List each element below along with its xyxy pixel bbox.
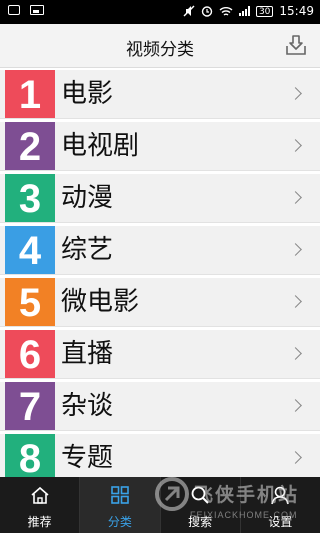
category-label: 杂谈 (61, 391, 114, 421)
mute-icon (183, 5, 195, 17)
category-number-badge: 1 (5, 70, 55, 118)
category-number-badge: 6 (5, 330, 55, 378)
category-label: 直播 (61, 339, 114, 369)
alarm-icon (201, 6, 213, 17)
category-item-anime[interactable]: 3 动漫 (0, 174, 320, 223)
category-number-badge: 3 (5, 174, 55, 222)
category-list: 1 电影 2 电视剧 3 动漫 4 综艺 5 微电影 6 直播 7 杂谈 8 专… (0, 70, 320, 486)
search-icon (191, 486, 209, 504)
signal-icon (238, 6, 250, 16)
download-icon[interactable] (284, 33, 308, 57)
category-item-live[interactable]: 6 直播 (0, 330, 320, 379)
message-icon (8, 5, 20, 15)
chevron-right-icon (289, 87, 302, 100)
tab-label: 推荐 (27, 515, 52, 529)
home-icon (31, 486, 49, 504)
status-left-icons (8, 5, 44, 15)
chevron-right-icon (289, 295, 302, 308)
status-bar: 30 15:49 (0, 0, 320, 24)
chevron-right-icon (289, 191, 302, 204)
tab-label: 设置 (268, 515, 293, 529)
category-number-badge: 7 (5, 382, 55, 430)
bottom-nav: 推荐 分类 搜索 设置 (0, 477, 320, 533)
status-time: 15:49 (279, 4, 314, 18)
user-icon (271, 486, 290, 505)
chevron-right-icon (289, 399, 302, 412)
chevron-right-icon (289, 347, 302, 360)
image-icon (30, 5, 44, 15)
grid-icon (111, 486, 129, 504)
category-label: 微电影 (61, 287, 140, 317)
category-item-tv-series[interactable]: 2 电视剧 (0, 122, 320, 171)
page-title: 视频分类 (126, 40, 194, 60)
category-item-micro-film[interactable]: 5 微电影 (0, 278, 320, 327)
category-label: 电视剧 (61, 131, 140, 161)
chevron-right-icon (289, 451, 302, 464)
category-label: 专题 (61, 443, 114, 473)
category-label: 综艺 (61, 235, 114, 265)
category-number-badge: 8 (5, 434, 55, 482)
tab-label: 搜索 (188, 515, 213, 529)
category-item-movie[interactable]: 1 电影 (0, 70, 320, 119)
status-right-icons: 30 15:49 (183, 4, 314, 18)
chevron-right-icon (289, 139, 302, 152)
tab-category[interactable]: 分类 (80, 477, 161, 533)
category-number-badge: 2 (5, 122, 55, 170)
category-item-talk[interactable]: 7 杂谈 (0, 382, 320, 431)
category-number-badge: 4 (5, 226, 55, 274)
category-label: 电影 (61, 79, 114, 109)
tab-search[interactable]: 搜索 (161, 477, 241, 533)
category-number-badge: 5 (5, 278, 55, 326)
category-item-variety[interactable]: 4 综艺 (0, 226, 320, 275)
category-label: 动漫 (61, 183, 114, 213)
header-bar: 视频分类 (0, 24, 320, 68)
tab-settings[interactable]: 设置 (241, 477, 320, 533)
category-item-special[interactable]: 8 专题 (0, 434, 320, 483)
chevron-right-icon (289, 243, 302, 256)
tab-label: 分类 (107, 515, 132, 529)
wifi-icon (219, 6, 233, 16)
battery-indicator: 30 (255, 5, 274, 17)
tab-recommend[interactable]: 推荐 (0, 477, 81, 533)
